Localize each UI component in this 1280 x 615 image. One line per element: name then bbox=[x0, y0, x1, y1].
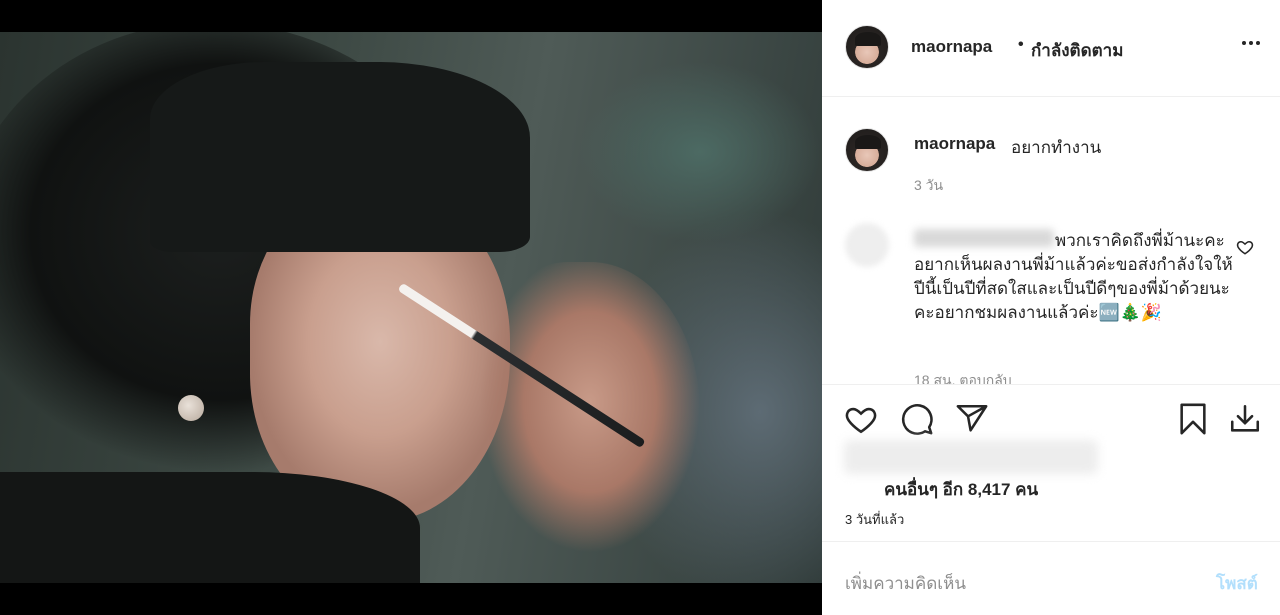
comment-icon[interactable] bbox=[900, 402, 934, 436]
post-side-panel: maornapa • กำลังติดตาม maornapa อยากทำงา… bbox=[822, 0, 1280, 615]
likes-count[interactable]: คนอื่นๆ อีก 8,417 คน bbox=[884, 476, 1038, 503]
photo-shirt bbox=[0, 472, 420, 583]
comment-text: พวกเราคิดถึงพี่ม้านะคะอยากเห็นผลงานพี่ม้… bbox=[914, 229, 1234, 325]
header-separator-dot: • bbox=[1018, 36, 1024, 53]
comment-avatar[interactable] bbox=[845, 223, 889, 267]
header-username[interactable]: maornapa bbox=[911, 37, 992, 57]
post-header: maornapa • กำลังติดตาม bbox=[822, 0, 1280, 97]
caption-avatar[interactable] bbox=[845, 128, 889, 172]
share-icon[interactable] bbox=[955, 402, 989, 436]
comment-text-content: พวกเราคิดถึงพี่ม้านะคะอยากเห็นผลงานพี่ม้… bbox=[914, 231, 1233, 322]
follow-status-button[interactable]: กำลังติดตาม bbox=[1031, 37, 1123, 64]
post-photo-pane bbox=[0, 0, 822, 615]
post-time[interactable]: 3 วันที่แล้ว bbox=[845, 509, 904, 530]
post-photo[interactable] bbox=[0, 32, 822, 583]
caption-text: อยากทำงาน bbox=[1011, 138, 1102, 157]
photo-earring bbox=[178, 395, 204, 421]
caption-time: 3 วัน bbox=[914, 177, 944, 193]
comment-time: 18 สน. ตอบกลับ bbox=[914, 372, 1012, 385]
photo-bangs bbox=[150, 62, 530, 252]
post-comment-button[interactable]: โพสต์ bbox=[1216, 570, 1258, 597]
like-comment-icon[interactable] bbox=[1236, 238, 1254, 256]
comments-section[interactable]: maornapa อยากทำงาน 3 วัน พวกเราคิดถึงพี่… bbox=[822, 98, 1280, 385]
heart-icon[interactable] bbox=[844, 402, 878, 436]
likes-blurred-names bbox=[844, 440, 1098, 474]
add-comment-bar: เพิ่มความคิดเห็น โพสต์ bbox=[822, 541, 1280, 615]
bookmark-icon[interactable] bbox=[1176, 402, 1210, 436]
add-comment-input[interactable]: เพิ่มความคิดเห็น bbox=[845, 570, 966, 597]
more-icon[interactable] bbox=[1240, 32, 1262, 54]
download-icon[interactable] bbox=[1228, 402, 1262, 436]
header-avatar[interactable] bbox=[845, 25, 889, 69]
caption-username[interactable]: maornapa bbox=[914, 134, 995, 154]
